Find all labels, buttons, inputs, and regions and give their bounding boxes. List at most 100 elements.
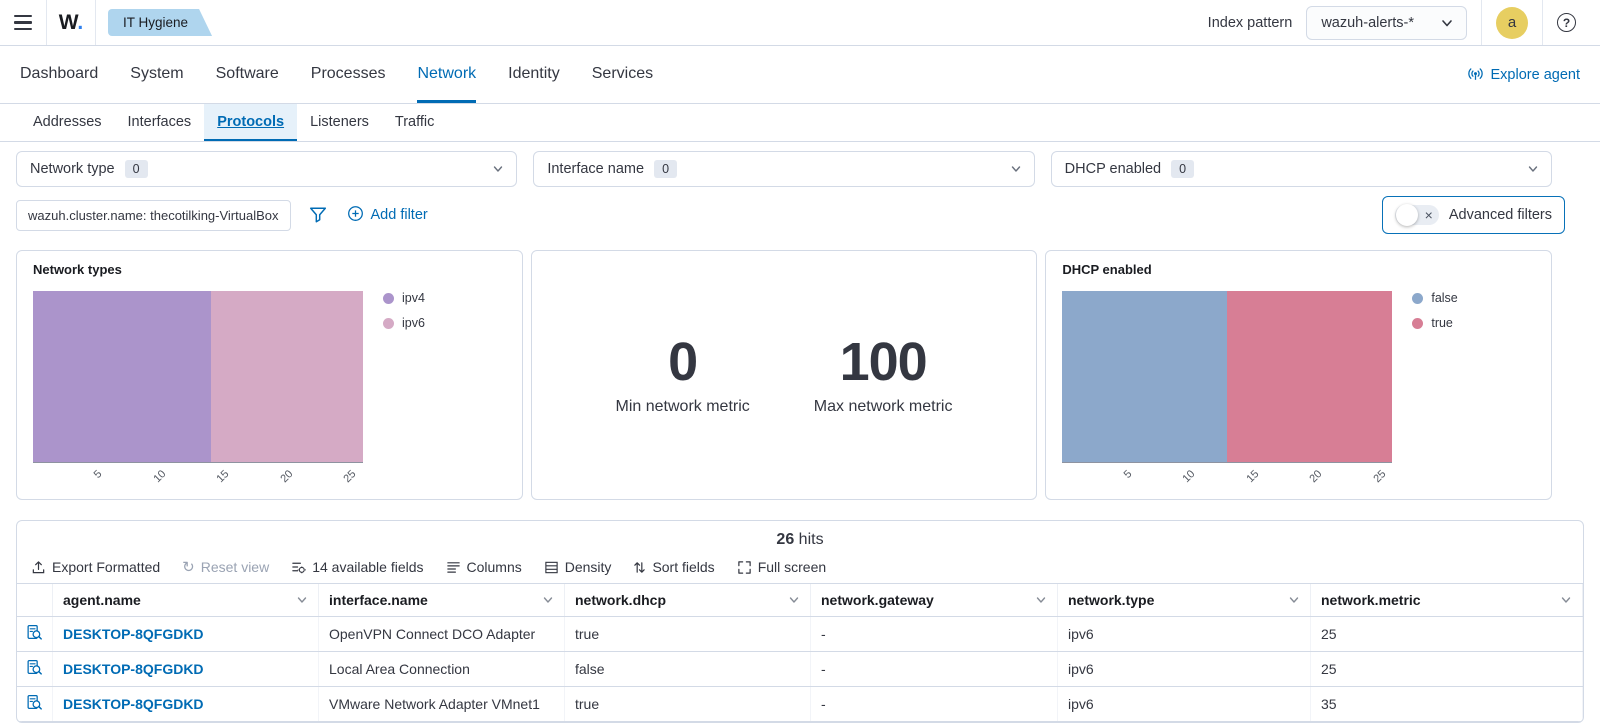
cell-agent[interactable]: DESKTOP-8QFGDKD <box>53 617 319 651</box>
tab-software[interactable]: Software <box>216 46 279 103</box>
filter-pill[interactable]: wazuh.cluster.name: thecotilking-Virtual… <box>16 199 291 231</box>
toolbar-columns[interactable]: Columns <box>446 559 522 575</box>
explore-agent-link[interactable]: Explore agent <box>1467 46 1580 103</box>
expand-row-button[interactable] <box>17 617 53 651</box>
legend-label: ipv4 <box>402 291 425 305</box>
cell-gateway: - <box>811 652 1058 686</box>
cell-dhcp: true <box>565 617 811 651</box>
toolbar-export-formatted[interactable]: Export Formatted <box>31 559 160 575</box>
avatar[interactable]: a <box>1496 6 1528 39</box>
expand-row-button[interactable] <box>17 652 53 686</box>
column-header-interface.name[interactable]: interface.name <box>319 584 565 616</box>
cell-gateway: - <box>811 617 1058 651</box>
cell-dhcp: false <box>565 652 811 686</box>
toolbar-sort-fields[interactable]: Sort fields <box>633 559 715 575</box>
filter-count-badge: 0 <box>654 160 678 178</box>
cell-gateway: - <box>811 687 1058 721</box>
cell-metric: 35 <box>1311 687 1583 721</box>
column-header-label: interface.name <box>329 592 428 608</box>
chevron-down-icon <box>1010 163 1022 175</box>
sub-tabs: Addresses Interfaces Protocols Listeners Tra… <box>0 104 1600 142</box>
main-tabs: Dashboard System Software Processes Network I… <box>0 46 1600 104</box>
expand-row-icon <box>26 659 43 679</box>
toolbar-density[interactable]: Density <box>544 559 611 575</box>
toolbar-14-available-fields[interactable]: 14 available fields <box>291 559 424 575</box>
chart-legend: false true <box>1412 291 1458 497</box>
subtab-protocols[interactable]: Protocols <box>204 104 298 141</box>
legend-item-true[interactable]: true <box>1412 316 1457 330</box>
column-header-network.gateway[interactable]: network.gateway <box>811 584 1058 616</box>
index-pattern-select[interactable]: wazuh-alerts-* <box>1306 5 1467 40</box>
legend-item-ipv4[interactable]: ipv4 <box>383 291 425 305</box>
legend-item-false[interactable]: false <box>1412 291 1458 305</box>
tab-identity[interactable]: Identity <box>508 46 560 103</box>
divider <box>1542 0 1543 45</box>
cell-agent[interactable]: DESKTOP-8QFGDKD <box>53 687 319 721</box>
wazuh-logo[interactable]: W. <box>47 11 95 35</box>
chevron-down-icon <box>1440 16 1454 30</box>
filter-select-network-type[interactable]: Network type 0 <box>16 151 518 187</box>
tab-processes[interactable]: Processes <box>311 46 386 103</box>
chevron-down-icon <box>1560 594 1572 606</box>
column-header-label: network.metric <box>1321 592 1421 608</box>
filter-select-label: Interface name <box>547 161 645 177</box>
cell-dhcp: true <box>565 687 811 721</box>
bar-segment-ipv4[interactable] <box>33 291 211 462</box>
tab-network[interactable]: Network <box>417 46 477 103</box>
expand-row-button[interactable] <box>17 687 53 721</box>
subtab-listeners[interactable]: Listeners <box>297 104 382 141</box>
toolbar-full-screen[interactable]: Full screen <box>737 559 826 575</box>
column-header-network.dhcp[interactable]: network.dhcp <box>565 584 811 616</box>
x-axis: 5 10 15 20 25 <box>33 463 363 497</box>
subtab-addresses[interactable]: Addresses <box>20 104 115 141</box>
toolbar-label: 14 available fields <box>312 559 424 575</box>
filter-select-interface-name[interactable]: Interface name 0 <box>533 151 1035 187</box>
filter-bar: wazuh.cluster.name: thecotilking-Virtual… <box>16 196 1565 234</box>
chevron-down-icon <box>1288 594 1300 606</box>
bar-segment-false[interactable] <box>1062 291 1228 462</box>
plus-circle-icon <box>347 205 364 226</box>
column-header-label: network.type <box>1068 592 1155 608</box>
hits-count: 26 hits <box>17 521 1583 553</box>
menu-icon[interactable] <box>0 0 46 45</box>
fullscreen-icon <box>737 560 752 575</box>
axis-tick-label: 15 <box>1244 468 1262 486</box>
cell-type: ipv6 <box>1058 687 1311 721</box>
add-filter-button[interactable]: Add filter <box>347 205 428 226</box>
expand-row-icon <box>26 694 43 714</box>
x-axis: 5 10 15 20 25 <box>1062 463 1392 497</box>
legend-item-ipv6[interactable]: ipv6 <box>383 316 425 330</box>
filter-select-dhcp-enabled[interactable]: DHCP enabled 0 <box>1050 151 1552 187</box>
help-icon[interactable]: ? <box>1557 13 1576 32</box>
column-header-network.metric[interactable]: network.metric <box>1311 584 1583 616</box>
bar-segment-true[interactable] <box>1227 291 1393 462</box>
logo-text: W <box>58 10 78 34</box>
advanced-filters-control: × Advanced filters <box>1381 196 1565 234</box>
chevron-down-icon <box>296 594 308 606</box>
table-row: DESKTOP-8QFGDKD OpenVPN Connect DCO Adapt… <box>17 617 1583 652</box>
tab-dashboard[interactable]: Dashboard <box>20 46 98 103</box>
axis-tick-label: 20 <box>278 468 296 486</box>
axis-tick-label: 20 <box>1307 468 1325 486</box>
advanced-filters-toggle[interactable]: × <box>1394 204 1439 226</box>
legend-dot <box>383 317 394 329</box>
header-lead-cell <box>17 584 53 616</box>
filter-select-label: DHCP enabled <box>1064 161 1162 177</box>
cell-agent[interactable]: DESKTOP-8QFGDKD <box>53 652 319 686</box>
tab-services[interactable]: Services <box>592 46 653 103</box>
axis-tick-label: 5 <box>1121 468 1135 481</box>
tab-system[interactable]: System <box>130 46 183 103</box>
density-icon <box>544 560 559 575</box>
subtab-traffic[interactable]: Traffic <box>382 104 447 141</box>
subtab-interfaces[interactable]: Interfaces <box>115 104 205 141</box>
filter-funnel-icon[interactable] <box>309 206 327 224</box>
bar-segment-ipv6[interactable] <box>210 291 363 462</box>
metric-value: 0 <box>668 331 698 392</box>
index-pattern-label: Index pattern <box>1207 14 1293 31</box>
metric: 100 Max network metric <box>814 335 953 416</box>
column-header-agent.name[interactable]: agent.name <box>53 584 319 616</box>
column-header-network.type[interactable]: network.type <box>1058 584 1311 616</box>
legend-dot <box>1412 317 1424 329</box>
metric-label: Max network metric <box>813 397 953 415</box>
toolbar-label: Reset view <box>200 559 270 575</box>
